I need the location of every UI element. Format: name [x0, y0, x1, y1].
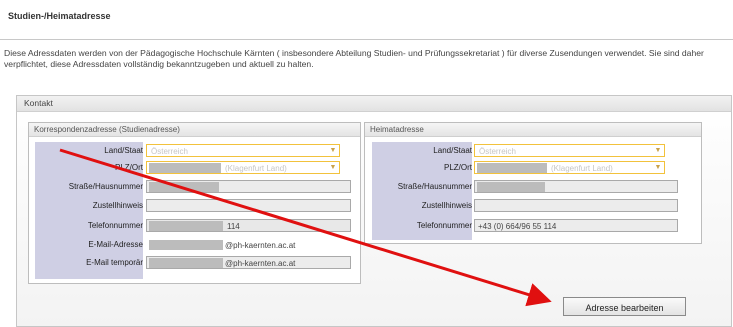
arrow-line: [59, 148, 552, 307]
annotation-arrow: [59, 148, 552, 307]
